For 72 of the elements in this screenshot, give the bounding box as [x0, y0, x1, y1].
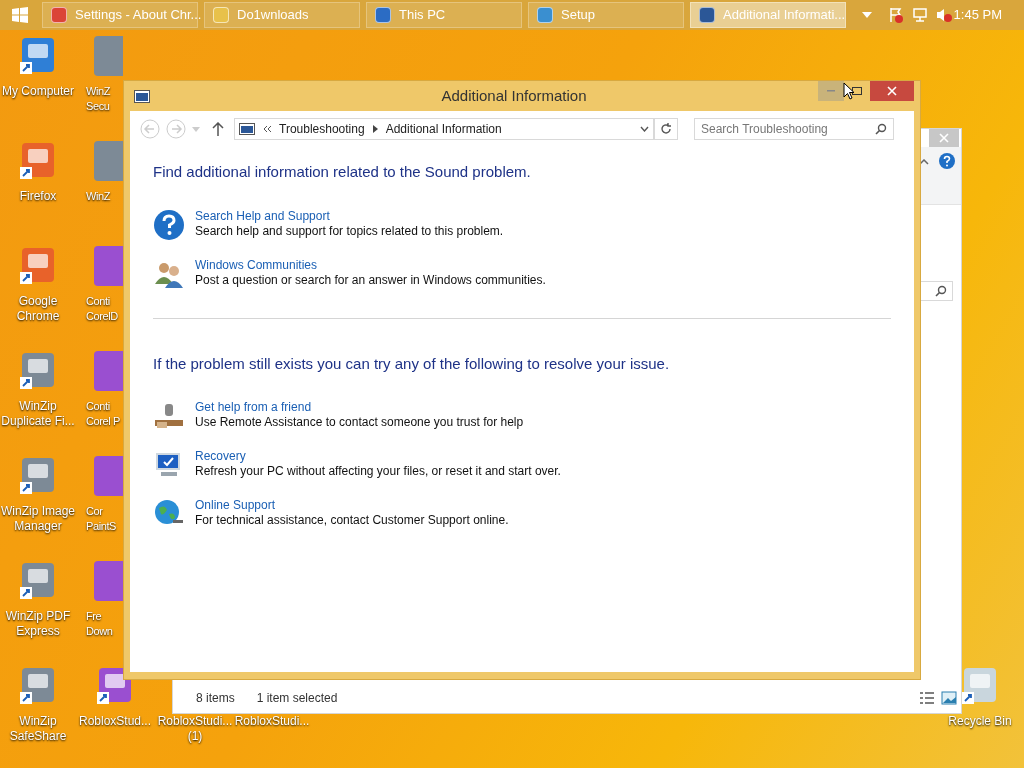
option-description: Post a question or search for an answer in Windows communities.	[195, 272, 546, 288]
close-icon	[939, 133, 949, 143]
desktop-icon-label[interactable]: Cor PaintS	[86, 504, 116, 534]
up-arrow-icon[interactable]	[212, 122, 224, 136]
caret-icon[interactable]	[862, 12, 872, 18]
option-link[interactable]: Windows Communities	[195, 257, 318, 273]
option-description: For technical assistance, contact Customer Support online.	[195, 513, 509, 528]
app-icon	[537, 7, 553, 23]
close-icon	[887, 86, 897, 96]
status-item-count: 8 items	[196, 690, 235, 707]
address-bar[interactable]: Troubleshooting Additional Information	[234, 118, 654, 140]
thumbnails-view-icon[interactable]	[941, 691, 957, 705]
chevron-right-icon	[372, 125, 378, 133]
flag-icon[interactable]	[888, 7, 904, 23]
taskbar-button[interactable]: Additional Informati...	[690, 2, 846, 28]
desktop-icon-label[interactable]: Firefox	[19, 189, 57, 204]
option-link[interactable]: Search Help and Support	[195, 208, 330, 224]
desktop-icon-label[interactable]: RobloxStud...	[78, 714, 151, 729]
refresh-icon	[660, 123, 672, 135]
desktop-icon-label[interactable]: WinZip PDF Express	[5, 609, 71, 639]
search-field[interactable]: Search Troubleshooting	[694, 118, 894, 140]
network-icon[interactable]	[912, 7, 928, 23]
clock-time[interactable]: 1:45 PM	[953, 5, 1002, 25]
app-icon	[699, 7, 715, 23]
desktop-icon-label[interactable]: Fre Down	[86, 609, 113, 639]
desktop-icon-label[interactable]: Conti CorelD	[86, 294, 118, 324]
desktop-icon-label[interactable]: Recycle Bin	[948, 714, 1012, 729]
option-description: Use Remote Assistance to contact someone you trust for help	[195, 415, 524, 430]
status-selection: 1 item selected	[256, 690, 338, 707]
app-icon	[375, 7, 391, 23]
window-title: Additional Information	[440, 85, 588, 106]
desktop-icon-label[interactable]: WinZip SafeShare	[9, 714, 67, 744]
option-description: Refresh your PC without affecting your files, or reset it and start over.	[195, 464, 561, 479]
minimize-icon	[827, 90, 835, 92]
window-icon	[239, 123, 255, 135]
double-chevron-icon	[263, 126, 271, 132]
window-icon	[134, 89, 150, 103]
option-link[interactable]: Online Support	[195, 498, 276, 513]
desktop-icon-label[interactable]: RobloxStudi...	[234, 714, 310, 729]
chevron-up-icon[interactable]	[919, 159, 929, 165]
desktop-icon-label[interactable]: Google Chrome	[16, 294, 60, 324]
app-icon	[213, 7, 229, 23]
search-icon	[875, 123, 887, 135]
option-link[interactable]: Recovery	[195, 449, 246, 464]
app-icon	[51, 7, 67, 23]
mouse-pointer-icon	[843, 82, 856, 100]
start-icon[interactable]	[12, 7, 28, 23]
breadcrumb-item[interactable]: Additional Information	[385, 120, 502, 138]
desktop-icon-label[interactable]: RobloxStudi... (1)	[157, 714, 233, 744]
section-heading: If the problem still exists you can try any of the following to resolve your issue.	[153, 353, 671, 374]
desktop-icon-label[interactable]: My Computer	[2, 84, 74, 99]
desktop-icon-label[interactable]: Conti Corel P	[86, 399, 120, 429]
desktop-icon-label[interactable]: WinZ	[86, 189, 111, 204]
help-icon[interactable]	[939, 153, 955, 169]
help-icon	[153, 208, 185, 241]
desktop-icon-label[interactable]: WinZ Secu	[86, 84, 111, 114]
section-heading: Find additional information related to the Sound problem.	[153, 162, 532, 182]
desktop-icon-label[interactable]: WinZip Duplicate Fi...	[1, 399, 75, 429]
option-link[interactable]: Get help from a friend	[195, 400, 312, 415]
refresh-button[interactable]	[654, 118, 678, 140]
option-description: Search help and support for topics related to this problem.	[195, 223, 504, 239]
desktop-icon-label[interactable]: WinZip Image Manager	[1, 504, 75, 534]
search-icon	[935, 285, 947, 297]
search-input[interactable]: Search Troubleshooting	[701, 120, 875, 138]
breadcrumb-item[interactable]: Troubleshooting	[279, 120, 365, 138]
maximize-icon	[852, 87, 862, 95]
chevron-down-icon[interactable]	[640, 126, 649, 132]
taskbar-button[interactable]: This PC	[366, 2, 522, 28]
details-view-icon[interactable]	[919, 691, 935, 705]
taskbar-button[interactable]: Do1wnloads	[204, 2, 360, 28]
speaker-muted-icon[interactable]	[936, 7, 952, 23]
taskbar-button[interactable]: Setup	[528, 2, 684, 28]
